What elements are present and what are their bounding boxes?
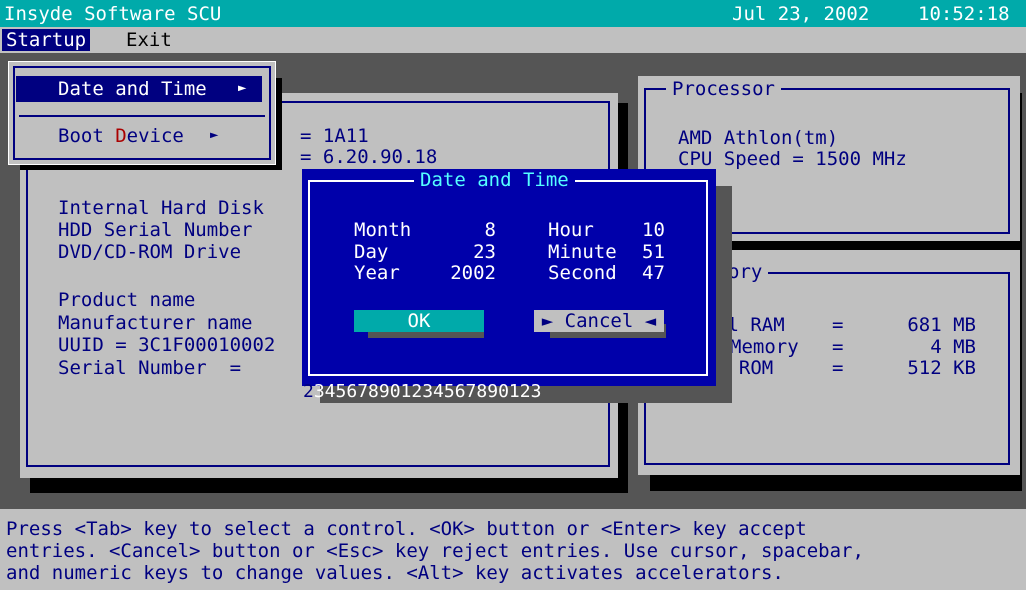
- help-bar: Press <Tab> key to select a control. <OK…: [0, 509, 1026, 590]
- processor-title: Processor: [666, 78, 781, 100]
- help-line-3: and numeric keys to change values. <Alt>…: [6, 562, 784, 584]
- menu-item-startup[interactable]: Startup: [2, 29, 91, 51]
- app-title: Insyde Software SCU: [4, 3, 222, 25]
- dialog-title: Date and Time: [414, 169, 575, 191]
- memory-row-value: 4 MB: [930, 336, 976, 358]
- help-line-1: Press <Tab> key to select a control. <OK…: [6, 518, 807, 540]
- hour-label: Hour: [548, 219, 594, 241]
- minute-value[interactable]: 51: [642, 241, 665, 263]
- dvd-drive-label: DVD/CD-ROM Drive: [58, 241, 242, 263]
- menu-item-boot-device[interactable]: Boot Device ►: [16, 123, 262, 149]
- clock-date: Jul 23, 2002: [732, 3, 870, 25]
- hdd-serial-label: HDD Serial Number: [58, 219, 253, 241]
- cancel-button-label: ► Cancel ◄: [541, 310, 657, 332]
- cancel-button[interactable]: ► Cancel ◄: [534, 310, 664, 332]
- menu-bar: Startup Exit: [0, 27, 1026, 53]
- memory-row-eq: =: [832, 336, 844, 358]
- manufacturer-label: Manufacturer name: [58, 312, 253, 334]
- cpu-speed: CPU Speed = 1500 MHz: [678, 148, 907, 170]
- bios-value-2: = 6.20.90.18: [300, 146, 438, 168]
- memory-row-value: 681 MB: [907, 314, 976, 336]
- serial-number-value: 2345678901234567890123: [303, 381, 542, 402]
- menu-divider: [19, 115, 265, 117]
- memory-row-eq: =: [832, 314, 844, 336]
- hotkey-letter: D: [115, 125, 127, 147]
- title-bar: Insyde Software SCU Jul 23, 2002 10:52:1…: [0, 0, 1026, 27]
- submenu-arrow-icon: ►: [210, 127, 219, 143]
- month-label: Month: [354, 219, 412, 241]
- month-value[interactable]: 8: [444, 219, 496, 241]
- menu-item-date-time[interactable]: Date and Time ►: [16, 76, 262, 102]
- memory-title: ory: [728, 261, 769, 283]
- clock-time: 10:52:18: [918, 3, 1010, 25]
- serial-number-label: Serial Number =: [58, 357, 242, 379]
- ok-button[interactable]: OK: [354, 310, 484, 332]
- second-label: Second: [548, 262, 617, 284]
- menu-item-boot-device-label: Boot Device: [58, 125, 184, 147]
- menu-item-exit[interactable]: Exit: [126, 29, 172, 51]
- help-line-2: entries. <Cancel> button or <Esc> key re…: [6, 540, 864, 562]
- internal-hdd-label: Internal Hard Disk: [58, 197, 264, 219]
- memory-row-label: Memory: [730, 336, 799, 358]
- uuid-label: UUID = 3C1F00010002: [58, 334, 276, 356]
- hour-value[interactable]: 10: [642, 219, 665, 241]
- bios-value-1: = 1A11: [300, 125, 369, 147]
- second-value[interactable]: 47: [642, 262, 665, 284]
- minute-label: Minute: [548, 241, 617, 263]
- date-time-dialog: Date and Time Month 8 Day 23 Year 2002 H…: [302, 169, 716, 386]
- year-label: Year: [354, 262, 400, 284]
- product-name-label: Product name: [58, 289, 196, 311]
- day-label: Day: [354, 241, 389, 263]
- menu-item-date-time-label: Date and Time: [58, 78, 207, 100]
- cpu-name: AMD Athlon(tm): [678, 127, 839, 149]
- ok-button-label: OK: [407, 310, 431, 332]
- submenu-arrow-icon: ►: [238, 80, 247, 96]
- day-value[interactable]: 23: [444, 241, 496, 263]
- memory-row-value: 512 KB: [907, 357, 976, 379]
- year-value[interactable]: 2002: [444, 262, 496, 284]
- memory-row-eq: =: [832, 357, 844, 379]
